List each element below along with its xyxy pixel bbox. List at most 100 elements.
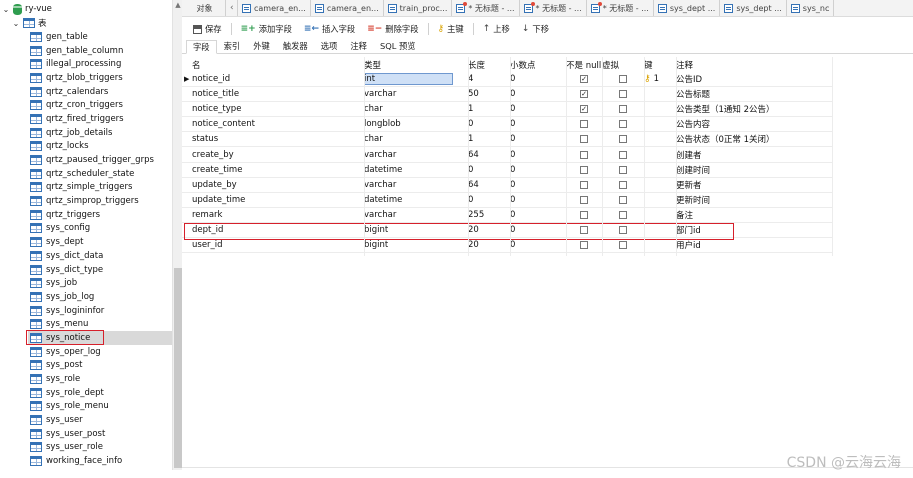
not-null-checkbox[interactable] bbox=[580, 150, 588, 159]
field-length[interactable]: 64 bbox=[468, 178, 510, 192]
key-cell[interactable]: ⚷ 1 bbox=[644, 72, 676, 86]
virtual-checkbox[interactable] bbox=[619, 120, 627, 129]
virtual-checkbox[interactable] bbox=[619, 105, 627, 114]
insert-field-button[interactable]: ≡← 插入字段 bbox=[299, 21, 360, 37]
field-row[interactable]: create_by varchar 64 0 创建者 bbox=[182, 147, 832, 163]
field-name[interactable]: create_by bbox=[192, 147, 364, 161]
virtual-checkbox[interactable] bbox=[619, 150, 627, 159]
virtual-checkbox[interactable] bbox=[619, 180, 627, 189]
field-type[interactable]: varchar bbox=[364, 87, 468, 101]
chevron-down-icon[interactable]: ⌄ bbox=[12, 19, 20, 28]
query-tab[interactable]: * 无标题 - ... bbox=[587, 0, 654, 16]
field-type[interactable]: varchar bbox=[364, 178, 468, 192]
not-null-checkbox[interactable] bbox=[580, 210, 588, 219]
not-null-checkbox[interactable]: ✓ bbox=[580, 75, 588, 84]
field-decimals[interactable]: 0 bbox=[510, 102, 566, 116]
not-null-checkbox[interactable] bbox=[580, 241, 588, 250]
sidebar-table-item[interactable]: sys_job_log bbox=[30, 290, 172, 304]
field-length[interactable]: 50 bbox=[468, 87, 510, 101]
not-null-checkbox[interactable] bbox=[580, 180, 588, 189]
field-decimals[interactable]: 0 bbox=[510, 132, 566, 146]
tab-scroll-left-icon[interactable]: ‹ bbox=[226, 0, 238, 16]
scroll-up-icon[interactable]: ▲ bbox=[174, 1, 182, 9]
not-null-checkbox[interactable] bbox=[580, 195, 588, 204]
move-down-button[interactable]: ↓ 下移 bbox=[517, 21, 554, 37]
col-header-comment[interactable]: 注释 bbox=[676, 57, 832, 72]
col-header-type[interactable]: 类型 bbox=[364, 57, 468, 72]
field-comment[interactable]: 公告状态（0正常 1关闭） bbox=[676, 132, 832, 146]
col-header-length[interactable]: 长度 bbox=[468, 57, 510, 72]
tree-database-node[interactable]: ⌄ ry-vue bbox=[2, 2, 52, 16]
sidebar-table-item[interactable]: sys_role_menu bbox=[30, 400, 172, 414]
sidebar-table-item[interactable]: sys_logininfor bbox=[30, 304, 172, 318]
key-cell[interactable] bbox=[644, 178, 676, 192]
sidebar-table-item[interactable]: qrtz_fired_triggers bbox=[30, 112, 172, 126]
sidebar-table-item[interactable]: illegal_processing bbox=[30, 57, 172, 71]
field-name[interactable]: notice_type bbox=[192, 102, 364, 116]
key-cell[interactable] bbox=[644, 163, 676, 177]
sidebar-table-item[interactable]: working_face_info bbox=[30, 454, 172, 468]
sidebar-table-item[interactable]: sys_job bbox=[30, 276, 172, 290]
virtual-checkbox[interactable] bbox=[619, 135, 627, 144]
field-decimals[interactable]: 0 bbox=[510, 87, 566, 101]
field-type[interactable]: datetime bbox=[364, 193, 468, 207]
sidebar-table-item[interactable]: gen_table bbox=[30, 30, 172, 44]
field-decimals[interactable]: 0 bbox=[510, 117, 566, 131]
key-cell[interactable] bbox=[644, 117, 676, 131]
field-type[interactable]: int bbox=[364, 72, 468, 86]
field-decimals[interactable]: 0 bbox=[510, 72, 566, 86]
field-name[interactable]: notice_content bbox=[192, 117, 364, 131]
subtab[interactable]: 外键 bbox=[247, 39, 276, 53]
sidebar-scrollbar[interactable]: ▲ bbox=[172, 0, 182, 470]
field-comment[interactable]: 创建者 bbox=[676, 147, 832, 161]
delete-field-button[interactable]: ≡− 删除字段 bbox=[362, 21, 423, 37]
sidebar-table-item[interactable]: qrtz_triggers bbox=[30, 208, 172, 222]
field-name[interactable]: update_time bbox=[192, 193, 364, 207]
chevron-down-icon[interactable]: ⌄ bbox=[2, 5, 10, 14]
sidebar-table-item[interactable]: sys_config bbox=[30, 222, 172, 236]
field-decimals[interactable]: 0 bbox=[510, 178, 566, 192]
sidebar-table-item[interactable]: qrtz_paused_trigger_grps bbox=[30, 153, 172, 167]
field-row[interactable]: create_time datetime 0 0 创建时间 bbox=[182, 163, 832, 178]
field-length[interactable]: 255 bbox=[468, 208, 510, 222]
key-cell[interactable] bbox=[644, 132, 676, 146]
field-length[interactable]: 0 bbox=[468, 117, 510, 131]
field-comment[interactable]: 公告内容 bbox=[676, 117, 832, 131]
field-comment[interactable]: 更新者 bbox=[676, 178, 832, 192]
field-length[interactable]: 4 bbox=[468, 72, 510, 86]
field-name[interactable]: user_id bbox=[192, 238, 364, 252]
field-name[interactable]: status bbox=[192, 132, 364, 146]
field-decimals[interactable]: 0 bbox=[510, 238, 566, 252]
field-type[interactable]: varchar bbox=[364, 147, 468, 161]
field-comment[interactable]: 备注 bbox=[676, 208, 832, 222]
sidebar-table-item[interactable]: qrtz_simprop_triggers bbox=[30, 194, 172, 208]
sidebar-table-item[interactable]: sys_role_dept bbox=[30, 386, 172, 400]
field-type[interactable]: char bbox=[364, 132, 468, 146]
sidebar-table-item[interactable]: qrtz_simple_triggers bbox=[30, 181, 172, 195]
subtab[interactable]: 选项 bbox=[315, 39, 344, 53]
scrollbar-thumb[interactable] bbox=[174, 268, 182, 468]
field-length[interactable]: 20 bbox=[468, 238, 510, 252]
sidebar-table-item[interactable]: sys_dept bbox=[30, 235, 172, 249]
field-name[interactable]: remark bbox=[192, 208, 364, 222]
field-row[interactable]: notice_content longblob 0 0 公告内容 bbox=[182, 117, 832, 133]
field-length[interactable]: 64 bbox=[468, 147, 510, 161]
not-null-checkbox[interactable]: ✓ bbox=[580, 105, 588, 114]
query-tab[interactable]: camera_en... bbox=[238, 0, 311, 16]
field-row[interactable]: user_id bigint 20 0 用户id bbox=[182, 238, 832, 254]
field-comment[interactable]: 用户id bbox=[676, 238, 832, 252]
field-comment[interactable]: 公告类型（1通知 2公告） bbox=[676, 102, 832, 116]
field-name[interactable]: update_by bbox=[192, 178, 364, 192]
field-row[interactable]: remark varchar 255 0 备注 bbox=[182, 208, 832, 223]
virtual-checkbox[interactable] bbox=[619, 195, 627, 204]
virtual-checkbox[interactable] bbox=[619, 75, 627, 84]
sidebar-table-item[interactable]: sys_oper_log bbox=[30, 345, 172, 359]
key-cell[interactable] bbox=[644, 102, 676, 116]
field-decimals[interactable]: 0 bbox=[510, 163, 566, 177]
query-tab[interactable]: sys_nc bbox=[787, 0, 835, 16]
not-null-checkbox[interactable] bbox=[580, 135, 588, 144]
field-length[interactable]: 1 bbox=[468, 132, 510, 146]
field-comment[interactable]: 公告ID bbox=[676, 72, 832, 86]
sidebar-table-item[interactable]: qrtz_job_details bbox=[30, 126, 172, 140]
query-tab[interactable]: * 无标题 - ... bbox=[520, 0, 587, 16]
